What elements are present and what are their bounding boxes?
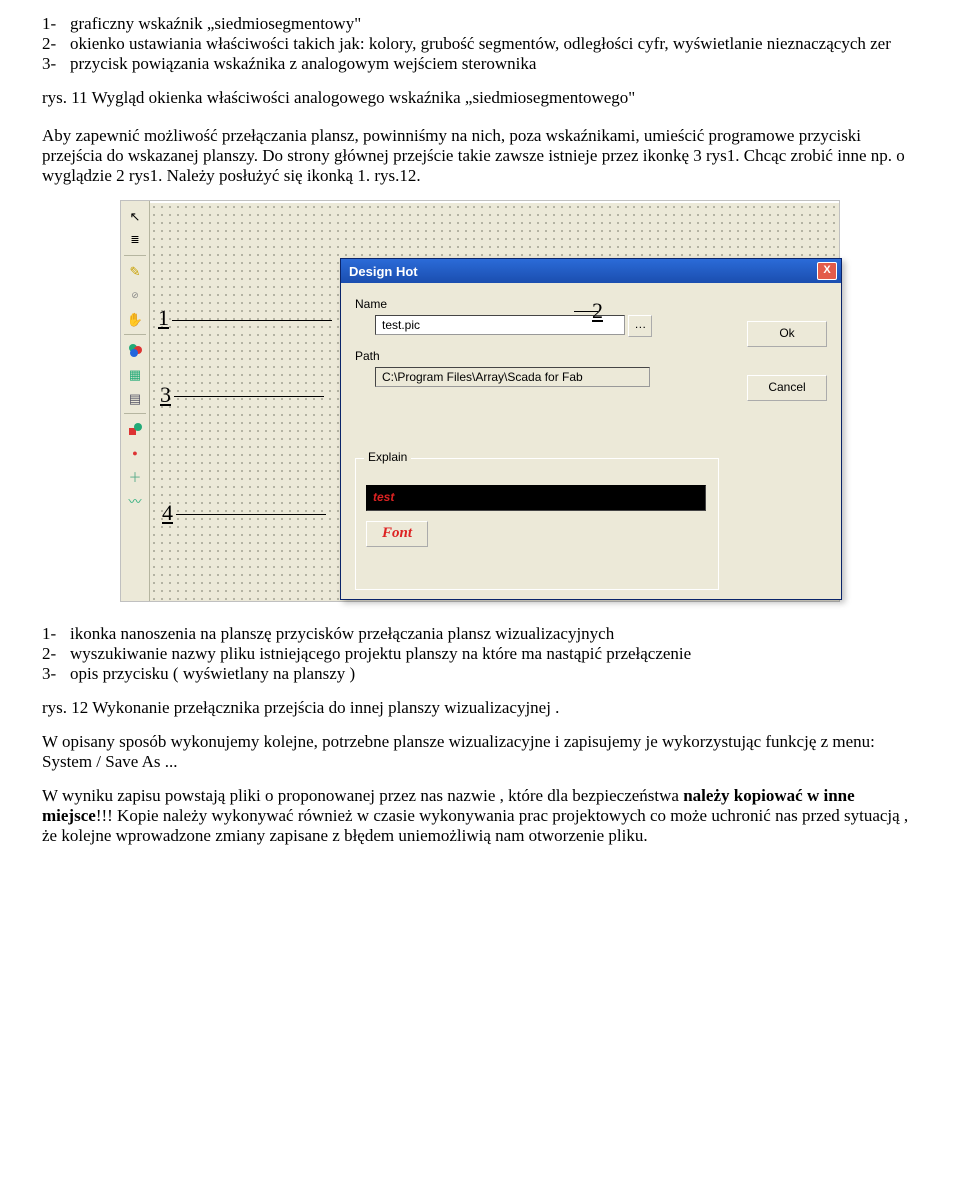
list-num: 2- (42, 34, 70, 54)
hand-icon[interactable]: ✋ (125, 310, 145, 328)
design-hot-dialog: Design Hot X Name … Path (340, 258, 842, 600)
off-icon[interactable]: ⊘ (125, 286, 145, 304)
cancel-button[interactable]: Cancel (747, 375, 827, 401)
list-text: okienko ustawiania właściwości takich ja… (70, 34, 891, 54)
list-num: 1- (42, 14, 70, 34)
mid-numbered-list: 1-ikonka nanoszenia na planszę przyciskó… (42, 624, 918, 684)
close-icon[interactable]: X (817, 262, 837, 280)
pencil-icon[interactable]: ✎ (125, 262, 145, 280)
ok-button[interactable]: Ok (747, 321, 827, 347)
figure-12-screenshot: ↖ ≣ ✎ ⊘ ✋ ▦ ▤ ● ＋ 〰 (120, 200, 840, 602)
list-num: 3- (42, 54, 70, 74)
path-input (375, 367, 650, 387)
palette-icon[interactable] (125, 341, 145, 359)
paragraph-2: W opisany sposób wykonujemy kolejne, pot… (42, 732, 918, 772)
path-label: Path (355, 349, 827, 363)
design-canvas[interactable]: Design Hot X Name … Path (150, 201, 839, 601)
brush-icon[interactable]: 〰 (125, 492, 145, 510)
name-label: Name (355, 297, 827, 311)
figure-caption-12: rys. 12 Wykonanie przełącznika przejścia… (42, 698, 918, 718)
list-text: ikonka nanoszenia na planszę przycisków … (70, 624, 614, 644)
plus-icon[interactable]: ＋ (125, 468, 145, 486)
list-text: opis przycisku ( wyświetlany na planszy … (70, 664, 355, 684)
dot-icon[interactable]: ● (125, 444, 145, 462)
list-num: 2- (42, 644, 70, 664)
font-button[interactable]: Font (366, 521, 428, 547)
chip-icon[interactable]: ▤ (125, 389, 145, 407)
list-text: graficzny wskaźnik „siedmiosegmentowy" (70, 14, 361, 34)
dialog-titlebar[interactable]: Design Hot X (341, 259, 841, 283)
shapes-icon[interactable] (125, 420, 145, 438)
paragraph-1: Aby zapewnić możliwość przełączania plan… (42, 126, 918, 186)
name-input[interactable] (375, 315, 625, 335)
vertical-toolbar: ↖ ≣ ✎ ⊘ ✋ ▦ ▤ ● ＋ 〰 (121, 201, 150, 601)
lines-icon[interactable]: ≣ (125, 231, 145, 249)
explain-group: Explain test Font (355, 458, 719, 590)
top-numbered-list: 1-graficzny wskaźnik „siedmiosegmentowy"… (42, 14, 918, 74)
list-num: 1- (42, 624, 70, 644)
dialog-title: Design Hot (349, 264, 418, 279)
browse-button[interactable]: … (628, 315, 652, 337)
list-num: 3- (42, 664, 70, 684)
explain-label: Explain (364, 450, 411, 464)
explain-input[interactable]: test (366, 485, 706, 511)
figure-caption-11: rys. 11 Wygląd okienka właściwości analo… (42, 88, 918, 108)
paragraph-3: W wyniku zapisu powstają pliki o propono… (42, 786, 918, 846)
list-text: wyszukiwanie nazwy pliku istniejącego pr… (70, 644, 691, 664)
grid-icon[interactable]: ▦ (125, 365, 145, 383)
arrow-icon[interactable]: ↖ (125, 207, 145, 225)
list-text: przycisk powiązania wskaźnika z analogow… (70, 54, 536, 74)
